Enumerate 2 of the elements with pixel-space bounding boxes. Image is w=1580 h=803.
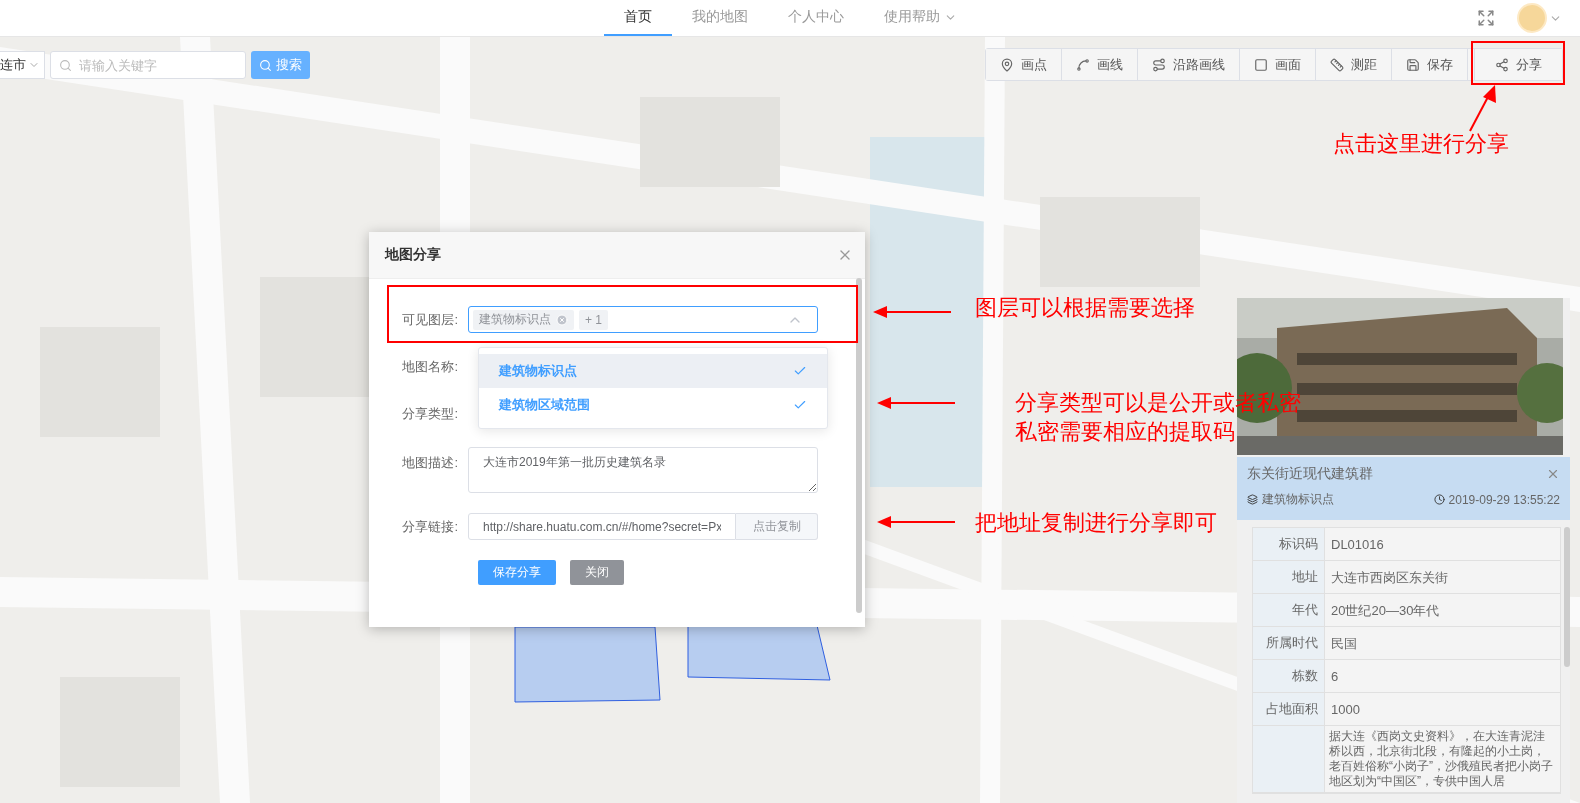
avatar[interactable]: [1517, 3, 1547, 33]
fullscreen-icon[interactable]: [1477, 9, 1495, 27]
